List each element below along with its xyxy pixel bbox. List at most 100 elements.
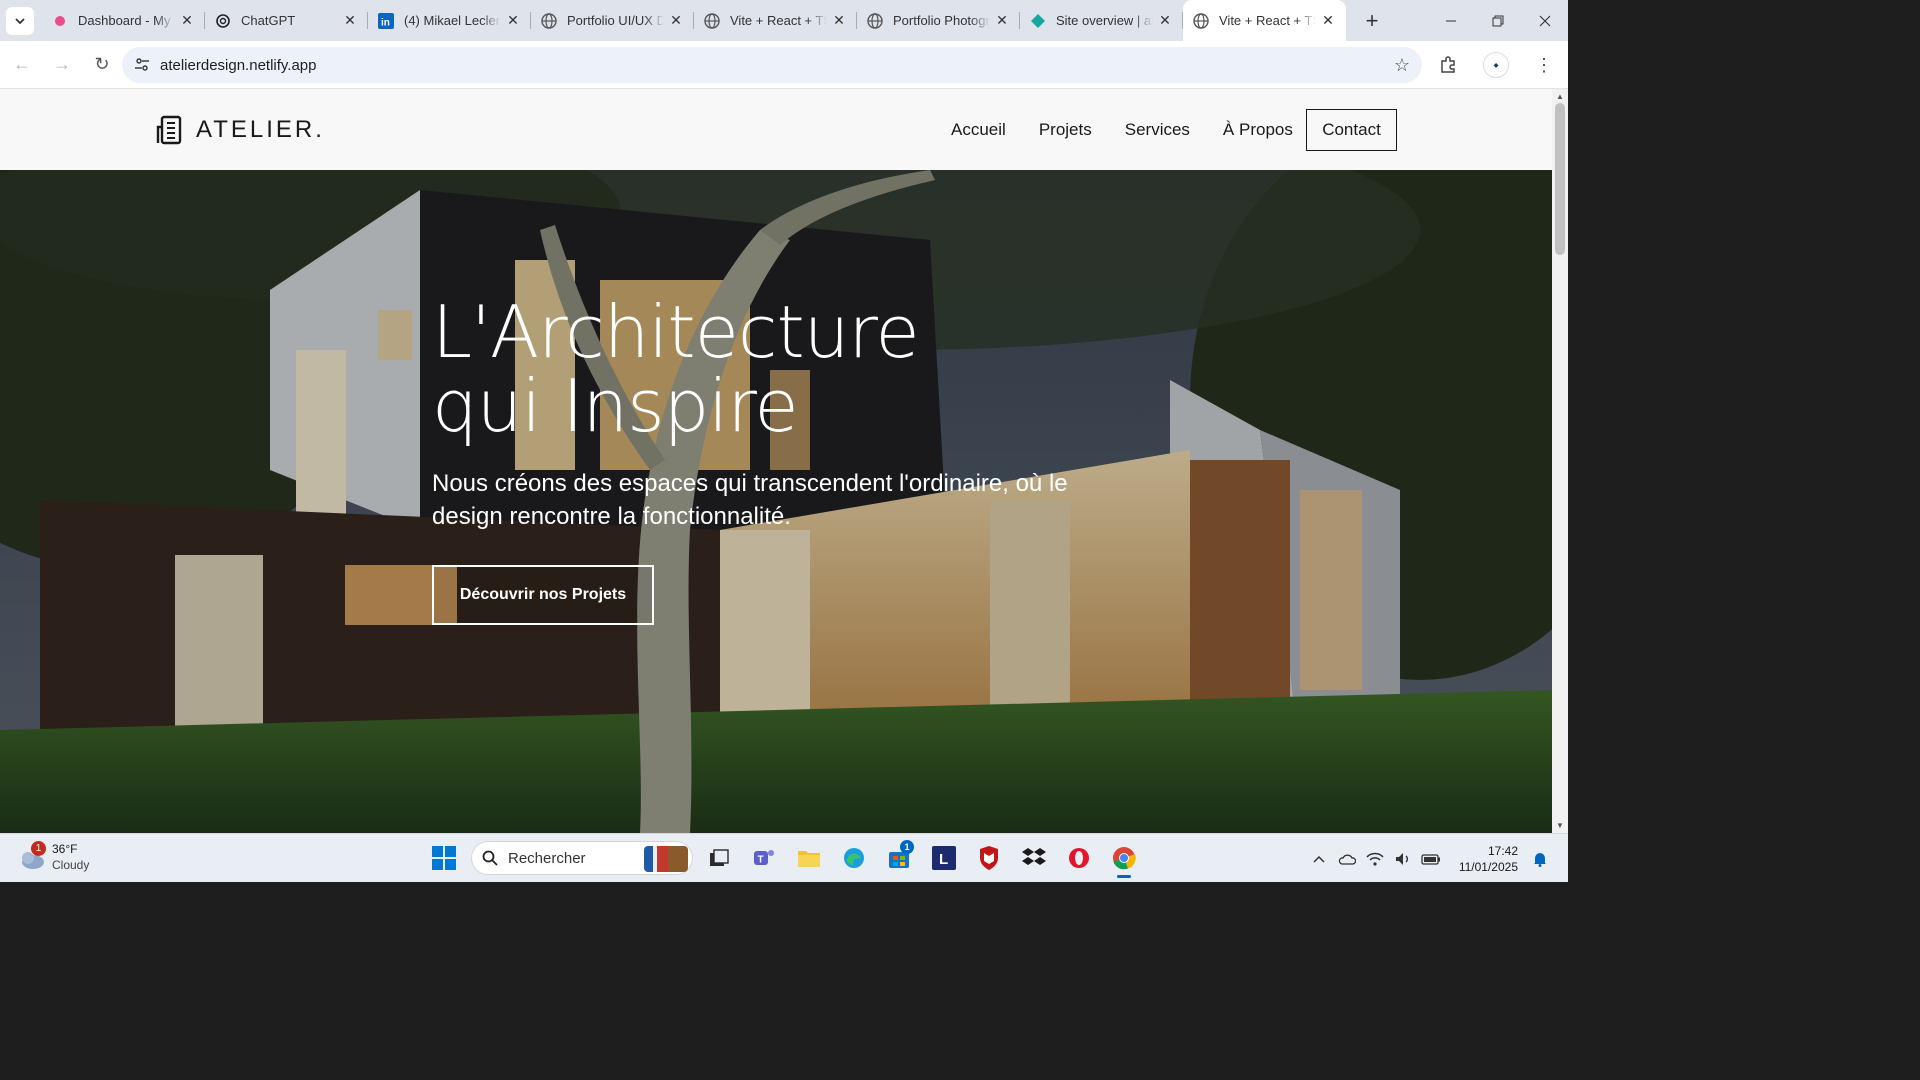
clock[interactable]: 17:42 11/01/2025 — [1459, 843, 1518, 875]
reload-button[interactable]: ↻ — [84, 47, 120, 83]
scroll-up-icon[interactable]: ▲ — [1556, 92, 1564, 101]
plus-icon: + — [1365, 7, 1379, 33]
tab-portfolio-uiux[interactable]: Portfolio UI/UX Designer ✕ — [531, 0, 694, 41]
tab-search-button[interactable] — [6, 6, 34, 35]
minimize-button[interactable] — [1427, 0, 1474, 41]
opera-app[interactable] — [1060, 838, 1098, 878]
tab-vite-react-active[interactable]: Vite + React + TS ✕ — [1183, 0, 1346, 41]
windows-taskbar: 1 36°F Cloudy Rechercher T 1 L 17:42 11/… — [0, 833, 1568, 882]
tab-title: Site overview | atelier — [1056, 13, 1153, 28]
site-info-button[interactable] — [126, 49, 158, 81]
nav-link-accueil[interactable]: Accueil — [951, 109, 1006, 151]
close-icon[interactable]: ✕ — [668, 12, 684, 29]
extensions-button[interactable] — [1430, 47, 1466, 83]
site-logo[interactable]: ATELIER. — [156, 115, 325, 145]
teams-icon: T — [754, 850, 774, 866]
edge-icon — [844, 848, 864, 868]
windows-icon — [432, 846, 456, 870]
onedrive-icon[interactable] — [1333, 853, 1361, 865]
globe-icon — [1193, 12, 1209, 29]
folder-icon — [798, 851, 820, 867]
show-hidden-icons-button[interactable] — [1305, 855, 1333, 863]
close-icon[interactable]: ✕ — [505, 12, 521, 29]
start-button[interactable] — [424, 838, 464, 878]
hero-subtitle: Nous créons des espaces qui transcendent… — [432, 470, 1068, 530]
close-icon[interactable]: ✕ — [831, 12, 847, 29]
minimize-icon — [1445, 20, 1456, 21]
dribbble-icon — [52, 13, 68, 29]
chrome-app[interactable] — [1105, 838, 1143, 878]
contact-button[interactable]: Contact — [1306, 109, 1397, 151]
notifications-button[interactable] — [1526, 851, 1554, 867]
volume-icon[interactable] — [1389, 852, 1417, 866]
restore-button[interactable] — [1474, 0, 1521, 41]
launcher-l-app[interactable]: L — [925, 838, 963, 878]
site-nav: Accueil Projets Services À Propos Contac… — [951, 109, 1397, 151]
mcafee-app[interactable] — [970, 838, 1008, 878]
letter-l-icon: L — [932, 846, 956, 870]
wifi-icon[interactable] — [1361, 852, 1389, 866]
tab-title: Vite + React + TS — [1219, 13, 1316, 28]
close-window-button[interactable] — [1521, 0, 1568, 41]
page-scrollbar[interactable]: ▲ ▼ — [1552, 89, 1568, 833]
weather-badge: 1 — [31, 841, 46, 856]
tab-title: Dashboard - My — [78, 13, 171, 28]
tab-title: Portfolio UI/UX Designer — [567, 13, 664, 28]
task-view-button[interactable] — [700, 838, 738, 878]
weather-condition: Cloudy — [52, 858, 90, 872]
tab-title: ChatGPT — [241, 13, 296, 28]
weather-widget[interactable]: 1 36°F Cloudy — [16, 841, 89, 873]
nav-link-apropos[interactable]: À Propos — [1223, 109, 1293, 151]
close-icon[interactable]: ✕ — [342, 12, 358, 29]
hero-content: L'Architecture qui Inspire Nous créons d… — [432, 295, 1152, 625]
bookmark-star-icon[interactable]: ☆ — [1394, 55, 1410, 76]
linkedin-icon: in — [378, 12, 394, 29]
nav-link-services[interactable]: Services — [1125, 109, 1190, 151]
tab-chatgpt[interactable]: ChatGPT ✕ — [205, 0, 368, 41]
tab-title: Vite + React + TS — [730, 13, 827, 28]
tab-vite-react-1[interactable]: Vite + React + TS ✕ — [694, 0, 857, 41]
shield-icon — [980, 846, 998, 870]
teams-app[interactable]: T — [745, 838, 783, 878]
forward-button[interactable]: → — [44, 47, 80, 83]
logo-text: ATELIER. — [196, 116, 325, 143]
taskbar-apps: Rechercher T 1 L — [424, 838, 1143, 878]
taskbar-search[interactable]: Rechercher — [471, 841, 693, 875]
microsoft-store-app[interactable]: 1 — [880, 838, 918, 878]
file-explorer-app[interactable] — [790, 838, 828, 878]
tab-portfolio-photo[interactable]: Portfolio Photographer ✕ — [857, 0, 1020, 41]
close-icon[interactable]: ✕ — [179, 12, 195, 29]
hero-title-line-1: L'Architecture — [432, 290, 920, 374]
hero-title: L'Architecture qui Inspire — [432, 295, 1152, 443]
scroll-down-icon[interactable]: ▼ — [1556, 821, 1564, 830]
discover-projects-button[interactable]: Découvrir nos Projets — [432, 565, 654, 625]
back-button[interactable]: ← — [4, 47, 40, 83]
scrollbar-thumb[interactable] — [1555, 103, 1565, 255]
profile-button[interactable]: ◆ — [1478, 47, 1514, 83]
clock-time: 17:42 — [1487, 843, 1518, 858]
tab-linkedin[interactable]: in (4) Mikael Leclerc ✕ — [368, 0, 531, 41]
dropbox-app[interactable] — [1015, 838, 1053, 878]
svg-text:T: T — [758, 855, 764, 866]
browser-tabstrip: Dashboard - My ✕ ChatGPT ✕ in (4) Mikael… — [0, 0, 1568, 41]
new-tab-button[interactable]: + — [1358, 7, 1386, 35]
address-bar[interactable]: atelierdesign.netlify.app ☆ — [122, 47, 1422, 83]
menu-button[interactable]: ⋮ — [1526, 47, 1562, 83]
close-icon[interactable]: ✕ — [1320, 12, 1336, 29]
site-header: ATELIER. Accueil Projets Services À Prop… — [0, 89, 1552, 170]
weather-text: 36°F Cloudy — [52, 841, 89, 873]
close-icon[interactable]: ✕ — [994, 12, 1010, 29]
weather-temp: 36°F — [52, 842, 78, 856]
close-icon[interactable]: ✕ — [1157, 12, 1173, 29]
tab-dashboard[interactable]: Dashboard - My ✕ — [42, 0, 205, 41]
opera-icon — [1069, 848, 1089, 868]
tab-netlify[interactable]: Site overview | atelier ✕ — [1020, 0, 1183, 41]
clock-date: 11/01/2025 — [1458, 859, 1518, 874]
puzzle-icon — [1441, 56, 1455, 73]
browser-toolbar: ← → ↻ atelierdesign.netlify.app ☆ ◆ ⋮ — [0, 41, 1568, 89]
battery-icon[interactable] — [1417, 853, 1445, 865]
nav-link-projets[interactable]: Projets — [1039, 109, 1092, 151]
edge-app[interactable] — [835, 838, 873, 878]
avatar: ◆ — [1483, 52, 1509, 78]
search-placeholder: Rechercher — [508, 849, 586, 867]
